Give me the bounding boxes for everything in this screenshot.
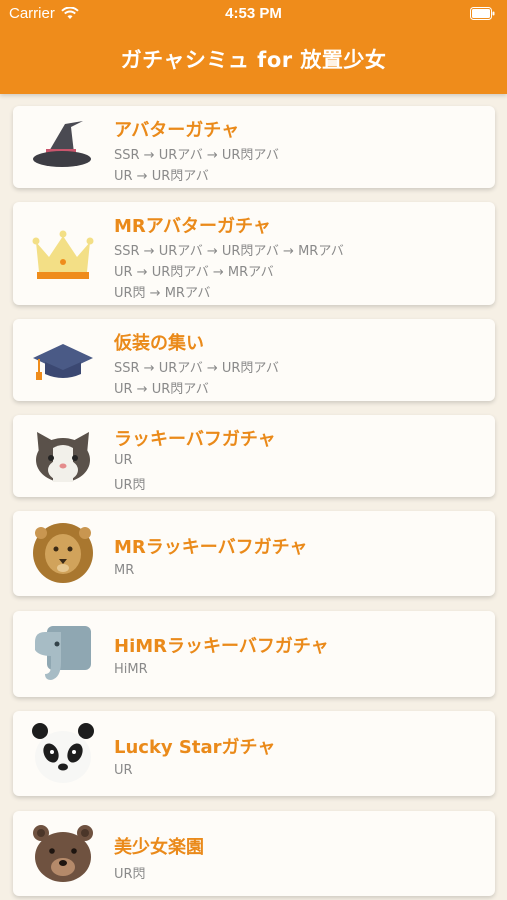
panda-icon	[32, 723, 94, 783]
gacha-card-mr-lucky-buff[interactable]: MRラッキーバフガチャ MR	[13, 511, 495, 596]
gacha-name: アバターガチャ	[114, 120, 240, 141]
gacha-name: MRラッキーバフガチャ	[114, 537, 308, 558]
gacha-detail: UR閃	[114, 867, 146, 882]
gacha-detail: HiMR	[114, 662, 148, 677]
page-title: ガチャシミュ for 放置少女	[120, 48, 387, 72]
navigation-bar: Carrier 4:53 PM ガチャシミュ for 放置少女	[0, 0, 507, 94]
gacha-card-paradise[interactable]: 美少女楽園 UR閃	[13, 811, 495, 896]
cat-icon	[36, 432, 90, 482]
gacha-card-mr-avatar[interactable]: MRアバターガチャ SSR → URアバ → UR閃アバ → MRアバ UR →…	[13, 202, 495, 305]
status-bar: Carrier 4:53 PM	[0, 0, 507, 28]
lion-icon	[33, 523, 93, 583]
gacha-name: Lucky Starガチャ	[114, 737, 276, 758]
gacha-detail: MR	[114, 563, 135, 578]
gacha-detail: SSR → URアバ → UR閃アバ	[114, 361, 279, 376]
gacha-detail: UR閃 → MRアバ	[114, 286, 211, 301]
gacha-card-avatar[interactable]: アバターガチャ SSR → URアバ → UR閃アバ UR → UR閃アバ	[13, 106, 495, 188]
gacha-detail: UR	[114, 453, 133, 468]
gacha-detail: SSR → URアバ → UR閃アバ → MRアバ	[114, 244, 344, 259]
witch-hat-icon	[33, 121, 91, 167]
gacha-card-lucky-star[interactable]: Lucky Starガチャ UR	[13, 711, 495, 796]
clock: 4:53 PM	[225, 5, 282, 22]
elephant-icon	[35, 626, 91, 680]
gacha-detail: UR	[114, 763, 133, 778]
gacha-detail: UR → UR閃アバ	[114, 382, 209, 397]
gacha-name: HiMRラッキーバフガチャ	[114, 636, 329, 657]
gacha-detail: SSR → URアバ → UR閃アバ	[114, 148, 279, 163]
gacha-detail: UR → UR閃アバ	[114, 169, 209, 184]
battery-icon	[470, 7, 495, 20]
gacha-detail: UR → UR閃アバ → MRアバ	[114, 265, 274, 280]
bear-icon	[33, 825, 93, 882]
gacha-name: 美少女楽園	[114, 837, 204, 858]
gacha-name: ラッキーバフガチャ	[114, 429, 276, 450]
gacha-card-costume[interactable]: 仮装の集い SSR → URアバ → UR閃アバ UR → UR閃アバ	[13, 319, 495, 401]
gacha-name: MRアバターガチャ	[114, 216, 271, 237]
crown-icon	[32, 230, 94, 279]
graduation-cap-icon	[33, 344, 93, 380]
gacha-card-himr-lucky-buff[interactable]: HiMRラッキーバフガチャ HiMR	[13, 611, 495, 697]
gacha-detail: UR閃	[114, 478, 146, 493]
gacha-name: 仮装の集い	[114, 333, 204, 354]
gacha-card-lucky-buff[interactable]: ラッキーバフガチャ UR UR閃	[13, 415, 495, 497]
